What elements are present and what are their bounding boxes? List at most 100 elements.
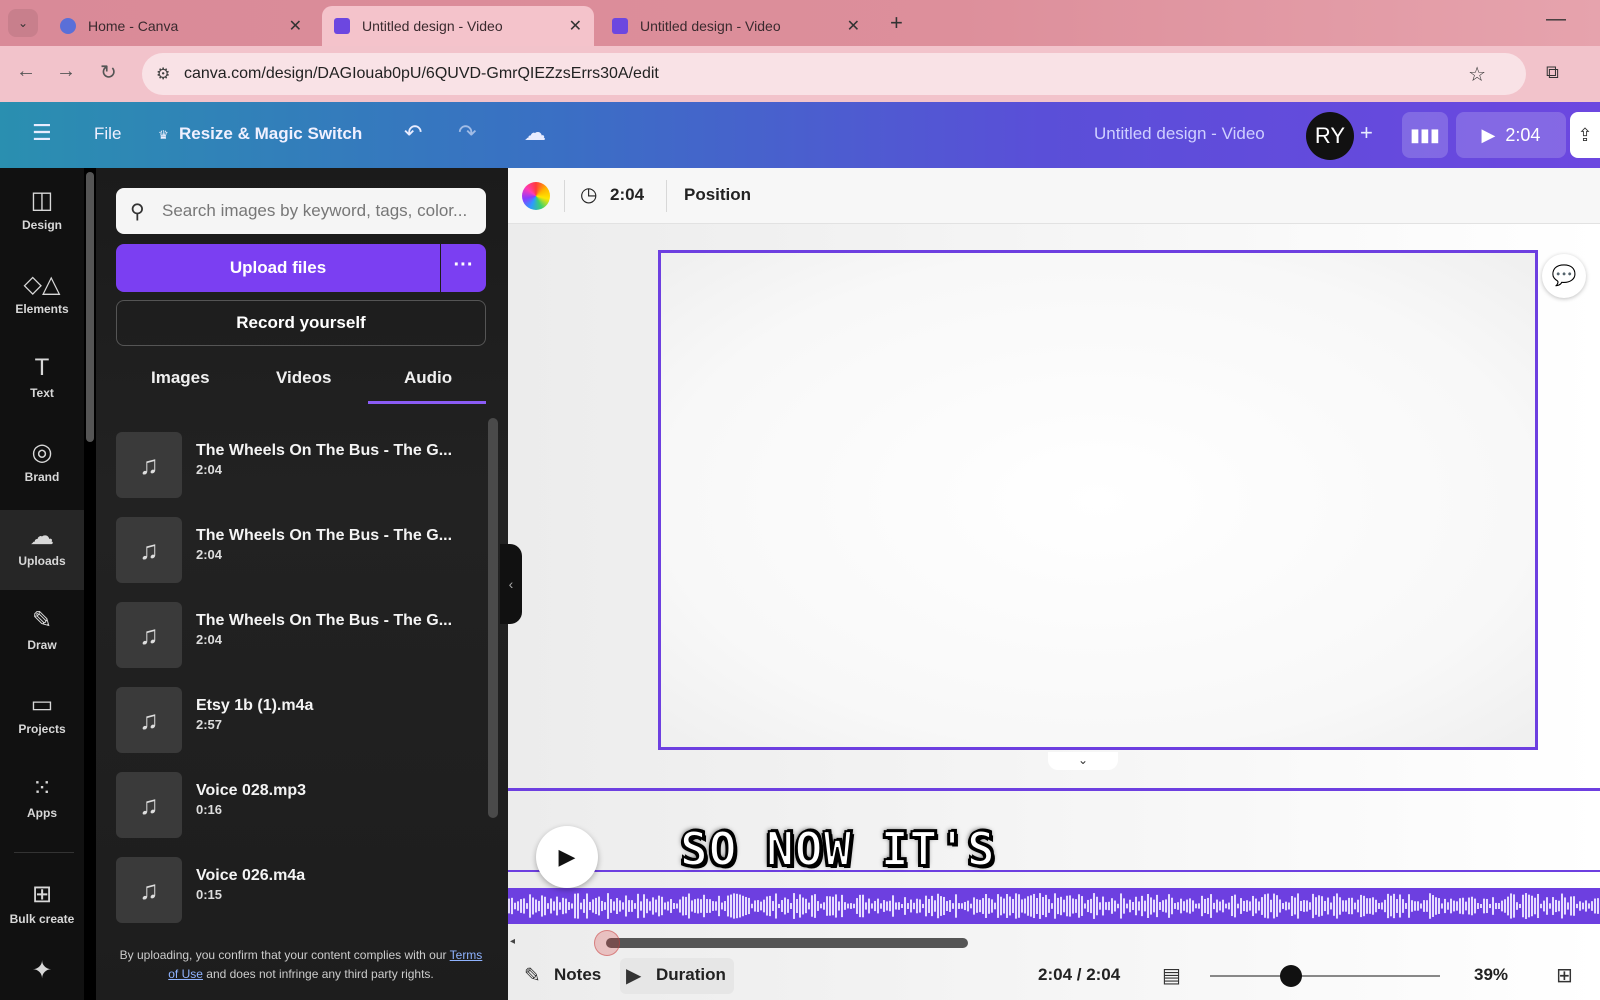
waveform-bar — [541, 895, 543, 917]
rail-item-text[interactable]: T Text — [0, 342, 84, 418]
site-settings-icon[interactable]: ⚙ — [156, 64, 170, 84]
clip-duration[interactable]: 2:04 — [610, 185, 644, 205]
rail-item-elements[interactable]: ◇△ Elements — [0, 258, 84, 334]
design-canvas[interactable] — [658, 250, 1538, 750]
waveform-bar — [1588, 903, 1590, 909]
share-upload-icon[interactable]: ⇪ — [1570, 112, 1600, 158]
waveform-bar — [613, 901, 615, 911]
clock-icon[interactable]: ◷ — [580, 182, 597, 207]
waveform-bar — [1153, 899, 1155, 913]
grid-view-icon[interactable]: ▤ — [1162, 963, 1181, 988]
tab-close-icon[interactable]: ✕ — [847, 16, 860, 36]
notes-button[interactable]: Notes — [554, 965, 601, 985]
scroll-left-icon[interactable]: ◂ — [510, 936, 515, 947]
list-item[interactable]: ♫ Etsy 1b (1).m4a 2:57 — [116, 687, 486, 755]
list-item[interactable]: ♫ The Wheels On The Bus - The G... 2:04 — [116, 602, 486, 670]
waveform-bar — [547, 903, 549, 909]
undo-icon[interactable]: ↶ — [404, 120, 422, 146]
waveform-bar — [1201, 895, 1203, 917]
zoom-slider-handle[interactable] — [1279, 965, 1302, 987]
waveform-bar — [1228, 902, 1230, 910]
tab-audio[interactable]: Audio — [404, 368, 452, 388]
resize-magic-switch-button[interactable]: Resize & Magic Switch — [179, 124, 362, 144]
rail-item-design[interactable]: ◫ Design — [0, 174, 84, 250]
rail-item-bulk-create[interactable]: ⊞ Bulk create — [0, 868, 84, 944]
add-collaborator-plus-icon[interactable]: + — [1360, 120, 1373, 146]
duration-label[interactable]: Duration — [656, 965, 726, 985]
url-text[interactable]: canva.com/design/DAGIouab0pU/6QUVD-GmrQI… — [184, 65, 659, 83]
design-title[interactable]: Untitled design - Video — [1094, 124, 1265, 144]
bookmark-star-icon[interactable]: ☆ — [1468, 62, 1486, 87]
notes-icon[interactable]: ✎ — [524, 963, 541, 988]
audio-waveform[interactable] — [508, 888, 1600, 924]
rail-item-brand[interactable]: ◎ Brand — [0, 426, 84, 502]
waveform-bar — [961, 903, 963, 909]
list-item[interactable]: ♫ The Wheels On The Bus - The G... 2:04 — [116, 432, 486, 500]
tab-close-icon[interactable]: ✕ — [569, 16, 582, 36]
extensions-puzzle-icon[interactable]: ⧉ — [1546, 62, 1559, 83]
pages-grid-icon[interactable]: ⊞ — [1556, 963, 1573, 988]
tab-untitled-design-active[interactable]: Untitled design - Video ✕ — [322, 6, 594, 46]
zoom-level[interactable]: 39% — [1474, 965, 1508, 985]
waveform-bar — [967, 900, 969, 912]
url-omnibox[interactable]: ⚙ canva.com/design/DAGIouab0pU/6QUVD-Gmr… — [142, 53, 1526, 95]
zoom-slider[interactable] — [1210, 975, 1440, 977]
waveform-bar — [1357, 899, 1359, 913]
waveform-bar — [1165, 899, 1167, 913]
waveform-bar — [568, 902, 570, 910]
rail-scrollbar[interactable] — [86, 172, 94, 442]
upload-files-button[interactable]: Upload files — [116, 244, 440, 292]
hamburger-icon[interactable]: ☰ — [32, 120, 52, 146]
rail-item-uploads[interactable]: ☁ Uploads — [0, 510, 84, 590]
waveform-bar — [1066, 895, 1068, 917]
timeline-scrollbar[interactable] — [606, 938, 968, 948]
tab-close-icon[interactable]: ✕ — [289, 16, 302, 36]
redo-icon[interactable]: ↷ — [458, 120, 476, 146]
list-item[interactable]: ♫ The Wheels On The Bus - The G... 2:04 — [116, 517, 486, 585]
reload-icon[interactable]: ↻ — [100, 60, 117, 85]
color-wheel-icon[interactable] — [522, 182, 550, 210]
tab-videos[interactable]: Videos — [276, 368, 331, 388]
audio-duration: 2:57 — [196, 717, 223, 732]
waveform-bar — [628, 900, 630, 912]
waveform-bar — [1051, 903, 1053, 909]
back-arrow-icon[interactable]: ← — [16, 60, 36, 83]
rail-item-magic-media[interactable]: ✦ — [0, 944, 84, 1000]
record-yourself-button[interactable]: Record yourself — [116, 300, 486, 346]
waveform-bar — [880, 903, 882, 909]
new-tab-plus-icon[interactable]: + — [890, 10, 903, 36]
window-minimize-icon[interactable]: — — [1546, 8, 1566, 31]
tab-images[interactable]: Images — [151, 368, 210, 388]
rail-label: Text — [30, 386, 54, 400]
waveform-bar — [1222, 899, 1224, 913]
waveform-bar — [1156, 894, 1158, 918]
waveform-bar — [1300, 900, 1302, 912]
chevron-down-icon[interactable]: ⌄ — [1048, 752, 1118, 770]
panel-scrollbar[interactable] — [488, 418, 498, 818]
list-item[interactable]: ♫ Voice 026.m4a 0:15 — [116, 857, 486, 925]
avatar[interactable]: RY — [1306, 112, 1354, 160]
tab-search-button[interactable]: ⌄ — [8, 9, 38, 37]
waveform-bar — [1075, 899, 1077, 913]
forward-arrow-icon[interactable]: → — [56, 60, 76, 83]
rail-item-projects[interactable]: ▭ Projects — [0, 678, 84, 754]
tab-home-canva[interactable]: Home - Canva ✕ — [48, 6, 314, 46]
insights-chart-icon[interactable]: ▮▮▮ — [1402, 112, 1448, 158]
waveform-bar — [661, 896, 663, 916]
cloud-saved-icon[interactable]: ☁ — [524, 120, 546, 146]
add-comment-icon[interactable]: 💬 — [1542, 254, 1586, 298]
upload-more-options-icon[interactable]: ··· — [441, 244, 486, 292]
timeline-play-button[interactable]: ▶ — [536, 826, 598, 888]
search-box[interactable]: ⚲ — [116, 188, 486, 234]
position-button[interactable]: Position — [684, 185, 751, 205]
present-play-button[interactable]: ▶ 2:04 — [1456, 112, 1566, 158]
waveform-bar — [1534, 897, 1536, 915]
list-item[interactable]: ♫ Voice 028.mp3 0:16 — [116, 772, 486, 840]
collapse-panel-chevron-icon[interactable]: ‹ — [500, 544, 522, 624]
rail-item-draw[interactable]: ✎ Draw — [0, 594, 84, 670]
file-menu[interactable]: File — [94, 124, 121, 144]
tab-untitled-design[interactable]: Untitled design - Video ✕ — [600, 6, 872, 46]
waveform-bar — [1288, 902, 1290, 910]
rail-item-apps[interactable]: ⁙ Apps — [0, 762, 84, 838]
search-input[interactable] — [162, 196, 478, 226]
